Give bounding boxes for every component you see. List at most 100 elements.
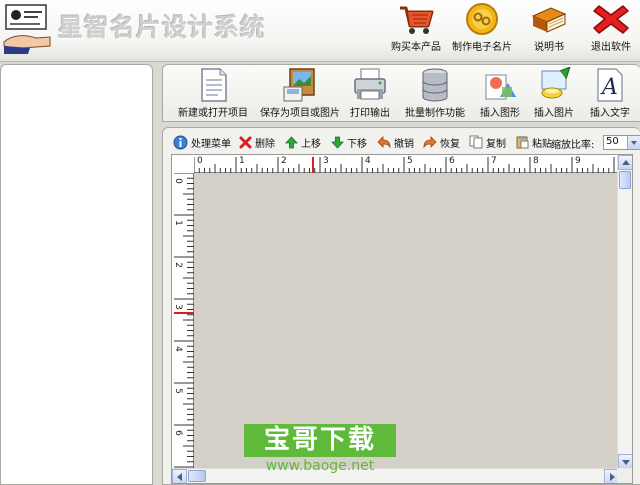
delete-button[interactable]: 删除 [239,134,275,150]
process-menu-button[interactable]: 处理菜单 [173,134,231,150]
move-down-label: 下移 [347,138,367,150]
ruler-label: 5 [407,156,413,166]
undo-icon [377,135,391,148]
ruler-label: 0 [197,156,203,166]
scroll-corner [617,468,632,483]
insert-text-button[interactable]: A 插入文字 [585,67,635,123]
ruler-label: 4 [365,156,371,166]
ruler-label: 2 [172,262,183,268]
watermark-title: 宝哥下载 [263,425,376,455]
horizontal-scroll-thumb[interactable] [188,470,206,482]
redo-button[interactable]: 恢复 [423,134,460,150]
insert-text-label: 插入文字 [590,108,630,119]
ruler-label: 1 [172,220,183,226]
shapes-icon [485,74,516,100]
ruler-label: 6 [172,430,183,436]
ruler-label: 3 [172,304,183,310]
chevron-down-icon[interactable] [627,136,640,149]
menu-globe-icon [173,135,188,149]
make-ecard-label: 制作电子名片 [452,42,512,53]
down-arrow-icon [331,136,344,149]
shopping-cart-icon [400,6,434,34]
ruler-label: 2 [281,156,287,166]
insert-picture-button[interactable]: 插入图片 [531,67,577,123]
project-tree-panel[interactable] [0,64,153,485]
insert-picture-label: 插入图片 [534,108,574,119]
scroll-right-icon [610,473,615,481]
scroll-up-button[interactable] [618,155,632,170]
edit-bar: 处理菜单 删除 上移 下移 撤销 恢复 复制 粘贴 缩放比率: 50 [171,132,640,152]
red-x-icon [593,5,629,34]
header: 星智名片设计系统 购买本产品 制作电子名片 说明书 退出软件 [0,0,640,62]
document-icon [201,68,227,102]
insert-shape-button[interactable]: 插入图形 [477,67,523,123]
book-icon [531,7,567,33]
workspace: 新建或打开项目 保存为项目或图片 打印输出 批量制作功能 插入图形 插入图片 A… [162,64,640,485]
move-up-label: 上移 [301,138,321,150]
batch-make-button[interactable]: 批量制作功能 [401,67,469,123]
ruler-label: 1 [239,156,245,166]
buy-product-button[interactable]: 购买本产品 [388,2,444,60]
undo-button[interactable]: 撤销 [377,134,414,150]
exit-label: 退出软件 [591,42,631,53]
scroll-down-icon [622,460,630,465]
new-open-project-button[interactable]: 新建或打开项目 [175,67,251,123]
text-a-icon: A [597,68,623,102]
watermark-block: 宝哥下载 [244,424,396,457]
scroll-down-button[interactable] [618,454,632,469]
manual-button[interactable]: 说明书 [526,2,572,60]
ruler-label: 5 [172,388,183,394]
save-project-image-button[interactable]: 保存为项目或图片 [257,67,343,123]
vertical-ruler-ticks [174,173,194,468]
ruler-label: 6 [449,156,455,166]
ruler-corner [172,155,194,173]
print-output-button[interactable]: 打印输出 [347,67,393,123]
buy-product-label: 购买本产品 [391,42,441,53]
zoom-label: 缩放比率: [551,140,595,151]
printer-icon [354,68,386,100]
manual-label: 说明书 [534,42,564,53]
canvas-viewport: 0 1 2 3 4 5 6 7 8 9 0 1 2 3 4 5 6 [171,154,633,484]
copy-icon [469,135,483,149]
vertical-scroll-thumb[interactable] [619,171,631,189]
scroll-left-button[interactable] [172,469,187,483]
ruler-label: 9 [575,156,581,166]
delete-x-icon [239,136,252,148]
gold-coin-icon [466,3,498,35]
business-card-logo-icon [3,4,51,54]
new-open-project-label: 新建或打开项目 [178,108,248,119]
paste-button[interactable]: 粘贴 [515,134,552,150]
zoom-value: 50 [606,136,619,147]
insert-shape-label: 插入图形 [480,108,520,119]
save-project-image-label: 保存为项目或图片 [260,108,340,119]
print-output-label: 打印输出 [350,108,390,119]
batch-make-label: 批量制作功能 [405,108,465,119]
move-up-button[interactable]: 上移 [285,134,321,150]
ruler-label: 7 [491,156,497,166]
scroll-up-icon [622,160,630,165]
ruler-label: 0 [172,178,183,184]
process-menu-label: 处理菜单 [191,138,231,150]
paste-label: 粘贴 [532,138,552,150]
copy-button[interactable]: 复制 [469,134,506,150]
ruler-label: 8 [533,156,539,166]
make-ecard-button[interactable]: 制作电子名片 [450,2,514,60]
horizontal-ruler: 0 1 2 3 4 5 6 7 8 9 [194,155,619,173]
ruler-label: 4 [172,346,183,352]
delete-label: 删除 [255,138,275,150]
paint-icon [541,67,571,99]
up-arrow-icon [285,135,298,148]
paste-icon [516,136,529,149]
undo-label: 撤销 [394,138,414,150]
ruler-label: 3 [323,156,329,166]
redo-icon [423,135,437,148]
svg-text:A: A [600,75,618,100]
scroll-left-icon [177,473,182,481]
zoom-select[interactable]: 50 [603,135,640,150]
exit-button[interactable]: 退出软件 [584,2,638,60]
watermark-url: www.baoge.net [265,458,375,474]
app-title: 星智名片设计系统 [58,13,267,42]
move-down-button[interactable]: 下移 [331,134,367,150]
vertical-ruler: 0 1 2 3 4 5 6 [172,173,194,469]
vertical-scrollbar[interactable] [617,155,632,469]
